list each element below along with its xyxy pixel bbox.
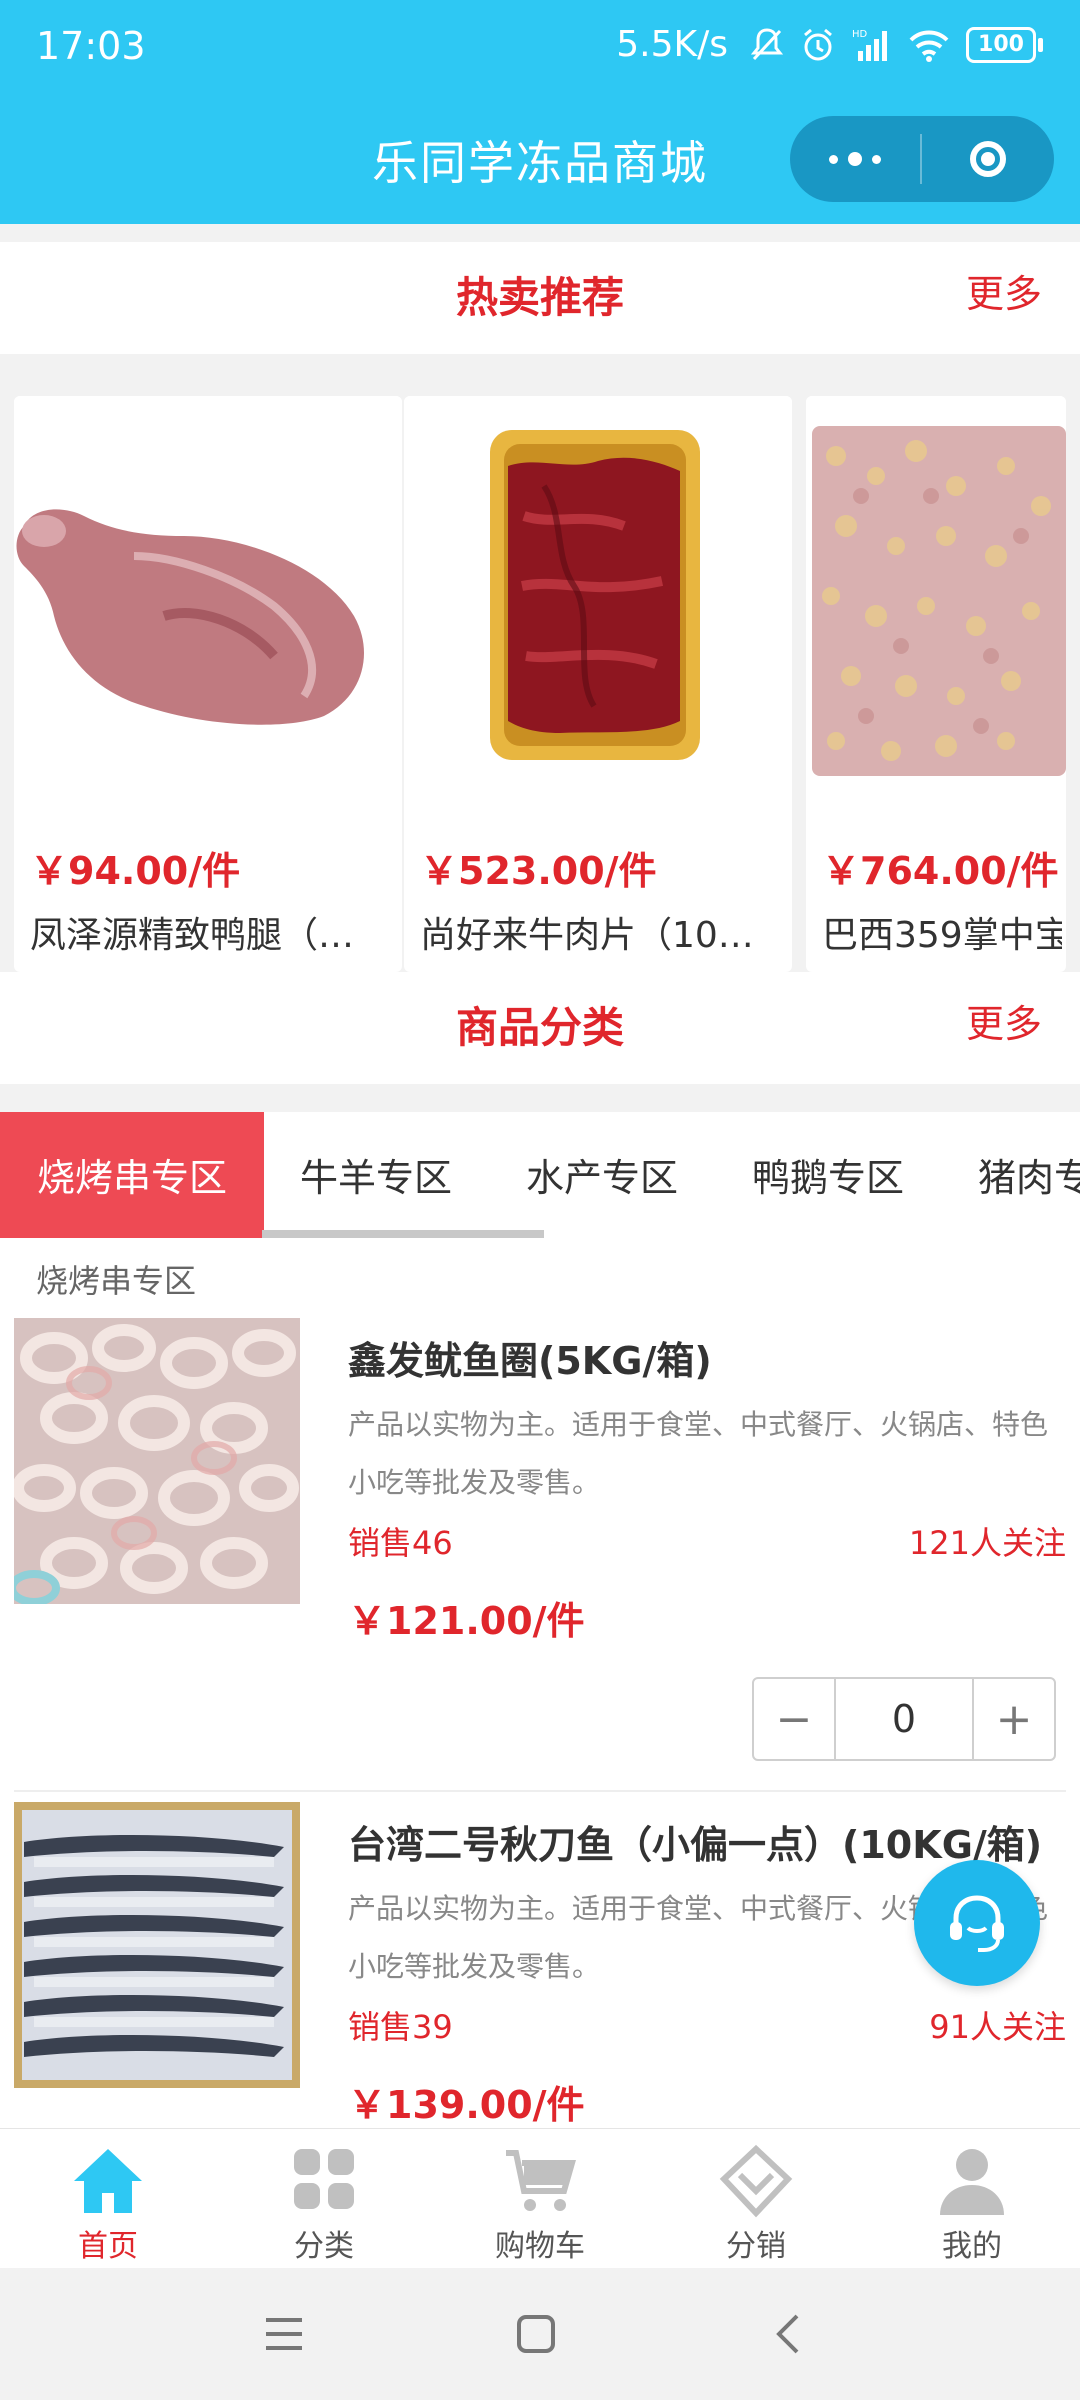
quantity-stepper: − 0 + xyxy=(752,1677,1056,1761)
decrement-button[interactable]: − xyxy=(754,1679,834,1759)
tab-beef-lamb[interactable]: 牛羊专区 xyxy=(300,1112,452,1230)
tabbar-mine[interactable]: 我的 xyxy=(864,2129,1080,2269)
product-price: ￥94.00/件 xyxy=(30,849,241,893)
miniapp-capsule xyxy=(790,116,1054,202)
product-name: 凤泽源精致鸭腿（… xyxy=(30,915,355,956)
product-image-saury-fish xyxy=(14,1802,300,2088)
tab-pork[interactable]: 猪肉专 xyxy=(978,1112,1080,1230)
category-icon xyxy=(294,2149,354,2209)
alarm-clock-icon xyxy=(800,25,836,65)
status-time: 17:03 xyxy=(36,24,146,68)
home-button[interactable] xyxy=(506,2304,566,2364)
dot-icon xyxy=(848,152,862,166)
tab-duck-goose[interactable]: 鸭鹅专区 xyxy=(752,1112,904,1230)
hot-product-card[interactable]: ￥764.00/件 巴西359掌中宝 xyxy=(806,396,1066,972)
product-price: ￥523.00/件 xyxy=(420,849,657,893)
product-sales: 销售46 xyxy=(348,1524,453,1562)
tabbar-home[interactable]: 首页 xyxy=(0,2129,216,2269)
app-header: 17:03 5.5K/s HD 100 乐同学冻品商城 xyxy=(0,0,1080,224)
dot-icon xyxy=(872,154,881,164)
close-miniapp-button[interactable] xyxy=(922,116,1054,202)
category-tabs: 烧烤串专区 牛羊专区 水产专区 鸭鹅专区 猪肉专 xyxy=(0,1112,1080,1244)
tabbar-label: 分销 xyxy=(726,2229,786,2264)
category-section-title: 商品分类 xyxy=(455,1003,624,1052)
tabbar-label: 分类 xyxy=(294,2229,354,2264)
list-item[interactable]: 鑫发鱿鱼圈(5KG/箱) 产品以实物为主。适用于食堂、中式餐厅、火锅店、特色小吃… xyxy=(0,1318,1080,1798)
back-arrow-icon xyxy=(776,2314,799,2354)
hot-section-header: 热卖推荐 更多 xyxy=(0,242,1080,354)
category-label: 烧烤串专区 xyxy=(36,1262,197,1300)
product-image-cartilage xyxy=(806,396,1066,788)
target-icon xyxy=(970,141,1006,177)
increment-button[interactable]: + xyxy=(974,1679,1054,1759)
category-section-header: 商品分类 更多 xyxy=(0,972,1080,1084)
tab-seafood[interactable]: 水产专区 xyxy=(526,1112,678,1230)
product-sales: 销售39 xyxy=(348,2008,453,2046)
product-title: 台湾二号秋刀鱼（小偏一点）(10KG/箱) xyxy=(348,1823,1043,1867)
product-name: 巴西359掌中宝 xyxy=(822,915,1062,956)
hot-product-card[interactable]: ￥94.00/件 凤泽源精致鸭腿（… xyxy=(14,396,402,972)
mute-bell-icon xyxy=(750,25,784,65)
headset-icon xyxy=(950,1895,1004,1952)
hot-section-title: 热卖推荐 xyxy=(455,273,624,322)
product-followers: 121人关注 xyxy=(908,1524,1066,1562)
product-title: 鑫发鱿鱼圈(5KG/箱) xyxy=(348,1339,712,1383)
customer-service-button[interactable] xyxy=(914,1860,1040,1986)
product-followers: 91人关注 xyxy=(929,2008,1066,2046)
battery-indicator: 100 xyxy=(966,26,1043,63)
product-price: ￥121.00/件 xyxy=(348,1599,585,1643)
back-button[interactable] xyxy=(758,2304,818,2364)
product-name: 尚好来牛肉片（10… xyxy=(420,915,754,956)
more-options-button[interactable] xyxy=(790,116,920,202)
system-navigation-bar xyxy=(0,2268,1080,2400)
product-image-beef xyxy=(404,396,792,788)
dot-icon xyxy=(829,154,838,164)
bottom-tab-bar: 首页 分类 购物车 分销 我的 xyxy=(0,2128,1080,2269)
product-price: ￥139.00/件 xyxy=(348,2083,585,2127)
status-bar-right: 5.5K/s HD 100 xyxy=(616,24,1043,65)
home-icon xyxy=(74,2149,142,2213)
tabbar-category[interactable]: 分类 xyxy=(216,2129,432,2269)
hd-label: HD xyxy=(852,29,868,40)
hot-products-carousel[interactable]: ￥94.00/件 凤泽源精致鸭腿（… ￥523.00/件 尚好来牛肉片（10… xyxy=(0,356,1080,972)
tab-bbq[interactable]: 烧烤串专区 xyxy=(0,1112,264,1230)
distribution-icon xyxy=(719,2144,793,2218)
wifi-icon xyxy=(908,25,950,65)
hot-more-link[interactable]: 更多 xyxy=(966,242,1042,346)
product-image-squid-rings xyxy=(14,1318,300,1604)
product-price: ￥764.00/件 xyxy=(822,849,1059,893)
tabbar-label: 我的 xyxy=(942,2229,1002,2264)
signal-icon: HD xyxy=(852,25,892,65)
tab-scroll-indicator xyxy=(0,1230,544,1238)
hot-product-card[interactable]: ￥523.00/件 尚好来牛肉片（10… xyxy=(404,396,792,972)
cart-icon xyxy=(506,2150,576,2211)
square-icon xyxy=(517,2315,555,2353)
menu-icon xyxy=(266,2318,302,2350)
tabbar-cart[interactable]: 购物车 xyxy=(432,2129,648,2269)
product-description: 产品以实物为主。适用于食堂、中式餐厅、火锅店、特色小吃等批发及零售。 xyxy=(348,1408,1049,1499)
item-divider xyxy=(14,1790,1066,1792)
tabbar-distribution[interactable]: 分销 xyxy=(648,2129,864,2269)
product-image-duck-leg xyxy=(14,396,402,788)
product-list: 烧烤串专区 鑫发鱿鱼圈(5KG/箱) 产品以实物为主。适用于食堂、中式餐厅、火锅… xyxy=(0,1244,1080,2128)
quantity-value[interactable]: 0 xyxy=(834,1679,974,1759)
tabbar-label: 首页 xyxy=(78,2229,138,2264)
user-icon xyxy=(940,2149,1004,2215)
category-more-link[interactable]: 更多 xyxy=(966,972,1042,1076)
tabbar-label: 购物车 xyxy=(495,2229,585,2264)
network-speed: 5.5K/s xyxy=(616,24,728,65)
recent-apps-button[interactable] xyxy=(254,2304,314,2364)
